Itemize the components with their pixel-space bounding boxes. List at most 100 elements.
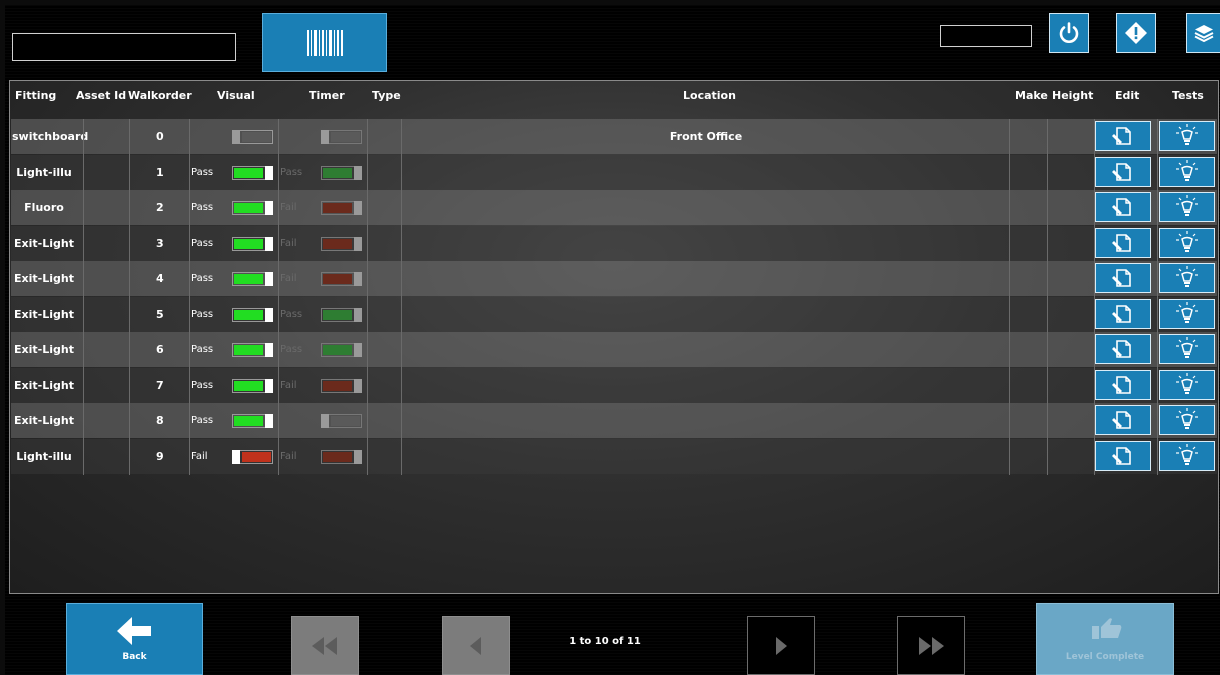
header-edit: Edit — [1115, 89, 1140, 102]
edit-button[interactable] — [1095, 298, 1151, 329]
visual-toggle[interactable] — [232, 201, 273, 215]
tests-button[interactable] — [1159, 156, 1215, 187]
edit-button[interactable] — [1095, 121, 1151, 151]
header-fitting: Fitting — [15, 89, 57, 102]
previous-page-button[interactable] — [442, 616, 510, 675]
arrow-left-icon — [117, 617, 151, 645]
header-type: Type — [372, 89, 401, 102]
header-walkorder: Walkorder — [128, 89, 192, 102]
visual-toggle-knob — [232, 449, 240, 464]
timer-toggle-fill — [323, 238, 352, 249]
visual-result-label: Fail — [191, 450, 208, 462]
visual-toggle[interactable] — [232, 236, 273, 251]
timer-result-label: Pass — [280, 166, 303, 178]
last-page-button[interactable] — [897, 616, 965, 675]
edit-button[interactable] — [1095, 405, 1151, 435]
search-input[interactable] — [12, 33, 236, 61]
visual-toggle-knob — [265, 272, 273, 286]
power-button[interactable] — [1049, 13, 1089, 53]
timer-toggle-fill — [323, 274, 352, 284]
timer-result-label: Fail — [280, 237, 297, 249]
visual-toggle-fill — [234, 416, 263, 426]
edit-button[interactable] — [1095, 156, 1151, 187]
edit-button[interactable] — [1095, 369, 1151, 400]
alert-button[interactable] — [1116, 13, 1156, 53]
visual-toggle-fill — [234, 167, 263, 178]
tests-button[interactable] — [1159, 263, 1215, 293]
next-page-button[interactable] — [747, 616, 815, 675]
visual-toggle[interactable] — [232, 307, 273, 322]
visual-toggle-knob — [265, 414, 273, 428]
fitting-cell: Exit-Light — [14, 343, 74, 356]
tests-button[interactable] — [1159, 227, 1215, 258]
timer-toggle[interactable] — [321, 236, 362, 251]
visual-toggle[interactable] — [232, 130, 273, 144]
timer-toggle-fill — [323, 345, 352, 355]
timer-toggle[interactable] — [321, 130, 362, 144]
tests-button[interactable] — [1159, 192, 1215, 222]
edit-document-icon — [1112, 411, 1131, 429]
timer-toggle[interactable] — [321, 201, 362, 215]
lightbulb-icon — [1176, 195, 1198, 216]
walkorder-cell: 5 — [156, 307, 164, 321]
timer-toggle-fill — [331, 416, 360, 426]
edit-button[interactable] — [1095, 440, 1151, 471]
lightbulb-icon — [1176, 372, 1198, 394]
visual-toggle[interactable] — [232, 165, 273, 180]
visual-toggle[interactable] — [232, 378, 273, 393]
visual-toggle[interactable] — [232, 414, 273, 428]
visual-result-label: Pass — [191, 202, 214, 213]
visual-toggle-fill — [234, 345, 263, 355]
timer-result-label: Fail — [280, 379, 297, 391]
pagination-status: 1 to 10 of 11 — [569, 636, 641, 647]
visual-toggle-fill — [234, 380, 263, 391]
location-cell: Front Office — [669, 130, 743, 143]
tests-button[interactable] — [1159, 334, 1215, 364]
timer-toggle-fill — [323, 203, 352, 213]
column-divider — [189, 119, 190, 475]
layers-button[interactable] — [1186, 13, 1220, 53]
tests-button[interactable] — [1159, 121, 1215, 151]
layers-icon — [1194, 25, 1214, 43]
timer-toggle[interactable] — [321, 378, 362, 393]
visual-toggle[interactable] — [232, 449, 273, 464]
header-asset-id: Asset Id — [76, 89, 127, 102]
timer-toggle[interactable] — [321, 165, 362, 180]
level-complete-button[interactable]: Level Complete — [1036, 603, 1174, 675]
walkorder-cell: 7 — [156, 378, 164, 392]
header-timer: Timer — [309, 89, 345, 102]
tests-button[interactable] — [1159, 405, 1215, 435]
walkorder-cell: 0 — [156, 130, 164, 143]
timer-toggle[interactable] — [321, 414, 362, 428]
back-button[interactable]: Back — [66, 603, 203, 675]
timer-toggle[interactable] — [321, 343, 362, 357]
header-make: Make — [1015, 89, 1048, 102]
visual-result-label: Pass — [191, 308, 214, 320]
edit-button[interactable] — [1095, 334, 1151, 364]
visual-toggle-fill — [234, 274, 263, 284]
timer-toggle[interactable] — [321, 449, 362, 464]
edit-button[interactable] — [1095, 227, 1151, 258]
timer-toggle[interactable] — [321, 272, 362, 286]
tests-button[interactable] — [1159, 369, 1215, 400]
timer-toggle-knob — [321, 414, 329, 428]
fitting-cell: Exit-Light — [14, 272, 74, 285]
timer-toggle-knob — [354, 343, 362, 357]
tests-button[interactable] — [1159, 440, 1215, 471]
edit-button[interactable] — [1095, 263, 1151, 293]
edit-button[interactable] — [1095, 192, 1151, 222]
timer-toggle[interactable] — [321, 307, 362, 322]
tests-button[interactable] — [1159, 298, 1215, 329]
visual-toggle[interactable] — [232, 272, 273, 286]
header-height: Height — [1052, 89, 1094, 102]
visual-toggle[interactable] — [232, 343, 273, 357]
first-page-button[interactable] — [291, 616, 359, 675]
lightbulb-icon — [1176, 230, 1198, 252]
double-chevron-right-icon — [919, 636, 944, 655]
barcode-scan-button[interactable] — [262, 13, 387, 72]
back-label: Back — [122, 652, 147, 662]
level-complete-label: Level Complete — [1065, 652, 1145, 662]
code-input[interactable] — [940, 25, 1032, 47]
visual-toggle-knob — [232, 130, 240, 144]
fitting-cell: Exit-Light — [14, 414, 74, 427]
